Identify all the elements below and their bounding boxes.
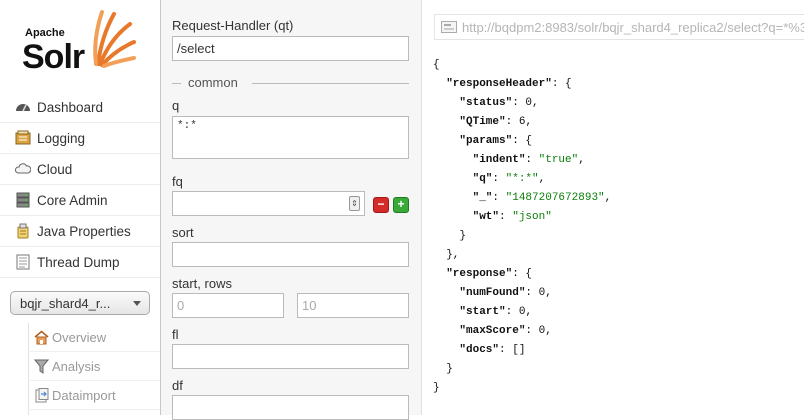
core-menu-item-overview[interactable]: Overview bbox=[28, 323, 160, 352]
nav-label: Thread Dump bbox=[37, 254, 120, 270]
solr-sun-icon bbox=[93, 10, 136, 68]
json-value-q: "*:*" bbox=[505, 173, 539, 185]
chevron-down-icon bbox=[133, 301, 141, 306]
core-menu-item-dataimport[interactable]: Dataimport bbox=[28, 381, 160, 410]
core-selector[interactable]: bqjr_shard4_r... bbox=[10, 291, 150, 315]
legend-rule bbox=[252, 83, 409, 84]
json-value-start: 0 bbox=[518, 306, 526, 318]
nav-label: Dashboard bbox=[37, 99, 104, 115]
core-menu-label: Analysis bbox=[52, 358, 101, 374]
nav-label: Logging bbox=[37, 130, 86, 146]
json-value-wt: "json" bbox=[512, 211, 552, 223]
fq-options-icon[interactable]: ⇕ bbox=[349, 196, 360, 211]
json-value-qtime: 6 bbox=[518, 116, 526, 128]
json-key-docs: "docs" bbox=[459, 344, 500, 356]
fq-label: fq bbox=[172, 174, 183, 189]
start-rows-label: start, rows bbox=[172, 276, 232, 291]
common-fieldset-legend: common bbox=[172, 75, 409, 91]
core-menu-label: Overview bbox=[52, 329, 107, 345]
request-url-text: http://bqdpm2:8983/solr/bqjr_shard4_repl… bbox=[462, 19, 804, 35]
json-value-status: 0 bbox=[525, 97, 533, 109]
json-key-underscore: "_" bbox=[472, 192, 493, 204]
request-handler-label: Request-Handler (qt) bbox=[172, 18, 294, 33]
json-key-status: "status" bbox=[459, 97, 513, 109]
nav-item-core-admin[interactable]: Core Admin bbox=[0, 185, 160, 216]
response-json: { "responseHeader": { "status": 0, "QTim… bbox=[433, 59, 612, 394]
nav-label: Core Admin bbox=[37, 192, 108, 208]
logging-icon bbox=[15, 130, 31, 146]
legend-rule bbox=[172, 83, 181, 84]
json-key-qtime: "QTime" bbox=[459, 116, 506, 128]
nav-item-logging[interactable]: Logging bbox=[0, 123, 160, 154]
core-menu: Overview Analysis Dataimport bbox=[28, 323, 160, 410]
df-label: df bbox=[172, 378, 183, 393]
remove-fq-button[interactable]: − bbox=[373, 197, 389, 213]
json-value-indent: "true" bbox=[538, 154, 579, 166]
json-key-indent: "indent" bbox=[472, 154, 526, 166]
start-input[interactable] bbox=[172, 293, 284, 318]
json-key-numfound: "numFound" bbox=[459, 287, 526, 299]
fl-input[interactable] bbox=[172, 344, 409, 369]
rows-input[interactable] bbox=[297, 293, 409, 318]
q-label: q bbox=[172, 98, 180, 113]
link-icon bbox=[441, 21, 457, 33]
sort-input[interactable] bbox=[172, 242, 409, 267]
java-properties-icon bbox=[15, 223, 31, 239]
nav-item-thread-dump[interactable]: Thread Dump bbox=[0, 247, 160, 278]
json-key-responseheader: "responseHeader" bbox=[446, 78, 552, 90]
core-admin-icon bbox=[15, 192, 31, 208]
dataimport-icon bbox=[34, 387, 49, 403]
json-value-underscore: "1487207672893" bbox=[505, 192, 605, 204]
core-menu-label: Dataimport bbox=[52, 387, 116, 403]
nav-label: Java Properties bbox=[37, 223, 131, 239]
json-key-maxscore: "maxScore" bbox=[459, 325, 526, 337]
overview-icon bbox=[34, 329, 49, 345]
nav-label: Cloud bbox=[37, 161, 73, 177]
common-legend-text: common bbox=[188, 75, 238, 90]
json-key-response: "response" bbox=[446, 268, 513, 280]
core-selector-value: bqjr_shard4_r... bbox=[20, 295, 111, 311]
nav-item-cloud[interactable]: Cloud bbox=[0, 154, 160, 185]
sort-label: sort bbox=[172, 225, 194, 240]
nav-item-dashboard[interactable]: Dashboard bbox=[0, 92, 160, 123]
df-input[interactable] bbox=[172, 395, 409, 420]
analysis-icon bbox=[34, 359, 49, 374]
request-handler-input[interactable] bbox=[172, 36, 409, 61]
left-sidebar: Apache Solr Dashboard Logging Cloud Core… bbox=[0, 0, 161, 415]
dashboard-icon bbox=[15, 99, 31, 115]
response-panel: http://bqdpm2:8983/solr/bqjr_shard4_repl… bbox=[422, 0, 804, 415]
json-key-q: "q" bbox=[472, 173, 493, 185]
fl-label: fl bbox=[172, 327, 179, 342]
solr-logo[interactable]: Apache Solr bbox=[22, 8, 136, 78]
json-key-start: "start" bbox=[459, 306, 506, 318]
core-menu-item-analysis[interactable]: Analysis bbox=[28, 352, 160, 381]
nav-item-java-properties[interactable]: Java Properties bbox=[0, 216, 160, 247]
main-nav: Dashboard Logging Cloud Core Admin Java … bbox=[0, 92, 160, 278]
json-key-params: "params" bbox=[459, 135, 513, 147]
json-value-maxscore: 0 bbox=[538, 325, 546, 337]
cloud-icon bbox=[15, 161, 31, 177]
thread-dump-icon bbox=[15, 254, 31, 270]
fq-input[interactable]: ⇕ bbox=[172, 191, 365, 216]
json-value-numfound: 0 bbox=[538, 287, 546, 299]
query-form: Request-Handler (qt) common q *:* fq ⇕ −… bbox=[161, 0, 422, 420]
add-fq-button[interactable]: + bbox=[393, 197, 409, 213]
json-value-docs: [] bbox=[512, 344, 526, 356]
logo-solr-text: Solr bbox=[22, 38, 85, 76]
request-url-link[interactable]: http://bqdpm2:8983/solr/bqjr_shard4_repl… bbox=[434, 14, 804, 40]
q-textarea[interactable]: *:* bbox=[172, 116, 409, 159]
json-key-wt: "wt" bbox=[472, 211, 500, 223]
